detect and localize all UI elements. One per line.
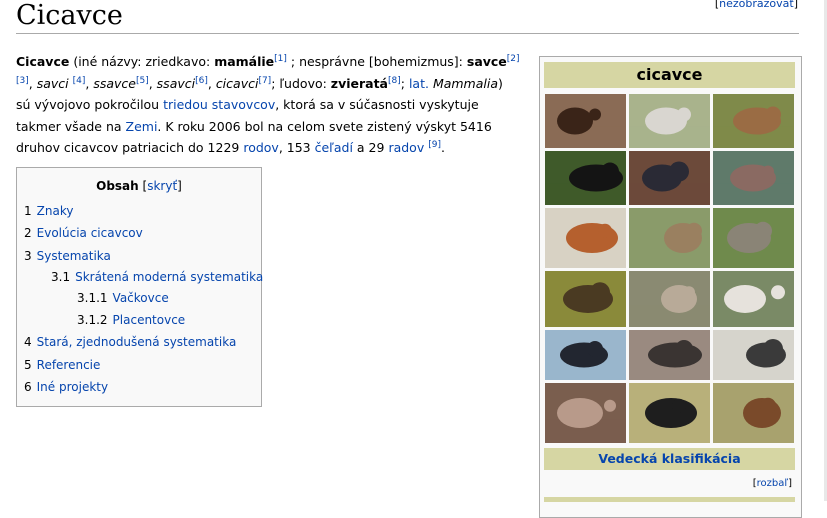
- toc-item[interactable]: 4 Stará, zjednodušená systematika: [24, 334, 236, 350]
- kangaroo-photo[interactable]: [713, 94, 794, 148]
- page-title: Cicavce: [16, 0, 123, 31]
- toc-item[interactable]: 6 Iné projekty: [24, 379, 108, 395]
- mole-photo[interactable]: [629, 330, 710, 380]
- whale-photo[interactable]: [545, 330, 626, 380]
- text: (iné názvy: zriedkavo:: [69, 54, 215, 69]
- taxobox: cicavce Vedecká klasifikácia [rozbaľ]: [539, 56, 802, 518]
- toc-item[interactable]: 3 Systematika: [24, 248, 111, 264]
- toc-item[interactable]: 1 Znaky: [24, 203, 73, 219]
- alt-name: zvieratá: [330, 75, 388, 91]
- intro-paragraph: Cicavce (iné názvy: zriedkavo: mamálie[1…: [16, 51, 521, 159]
- toc-title: Obsah: [96, 179, 139, 193]
- platypus-photo[interactable]: [545, 271, 626, 327]
- text: .: [440, 140, 445, 155]
- toc-link[interactable]: Skrátená moderná systematika: [75, 270, 263, 284]
- ref-7[interactable]: [7]: [258, 75, 271, 85]
- hide-link[interactable]: nezobrazovať: [719, 0, 794, 10]
- text: a 29: [352, 140, 389, 155]
- toc-link[interactable]: Systematika: [37, 249, 111, 263]
- latin-link[interactable]: lat.: [409, 76, 429, 91]
- ref-6[interactable]: [6]: [195, 75, 208, 85]
- scientific-classification-header[interactable]: Vedecká klasifikácia: [544, 448, 795, 470]
- elephant-shrew-photo[interactable]: [713, 383, 794, 443]
- alt-name: mamálie: [214, 54, 275, 69]
- alt-name: ssavce: [93, 75, 136, 91]
- alt-name: cicavci: [215, 75, 259, 91]
- text: ;: [400, 75, 409, 91]
- taxobox-footer-bar: [544, 497, 795, 502]
- zebras-photo[interactable]: [629, 383, 710, 443]
- toc-number: 3.1.1: [77, 291, 108, 305]
- toc-link[interactable]: Vačkovce: [113, 291, 169, 305]
- toc-number: 3.1: [51, 270, 71, 284]
- anteater-photo[interactable]: [713, 330, 794, 380]
- ref-3[interactable]: [3]: [16, 75, 29, 85]
- class-link[interactable]: triedou: [163, 97, 208, 112]
- toc-header: Obsah [skryť]: [17, 178, 261, 194]
- order-link[interactable]: radov: [388, 140, 424, 155]
- ref-4[interactable]: [4]: [73, 75, 86, 85]
- toc-number: 6: [24, 380, 32, 394]
- toc-link[interactable]: Evolúcia cicavcov: [37, 226, 143, 240]
- toc-number: 3.1.2: [77, 313, 108, 327]
- earth-link[interactable]: Zemi: [126, 119, 158, 134]
- latin-name: Mammalia: [432, 75, 499, 91]
- opossum-photo[interactable]: [629, 94, 710, 148]
- reindeer-photo[interactable]: [713, 271, 794, 327]
- squirrel-photo[interactable]: [545, 208, 626, 268]
- text: ,: [148, 75, 157, 91]
- bat-photo[interactable]: [545, 94, 626, 148]
- pangolin-photo[interactable]: [629, 208, 710, 268]
- vertebrates-link[interactable]: stavovcov: [212, 97, 275, 112]
- family-link[interactable]: čeľadí: [315, 140, 353, 155]
- toc-toggle[interactable]: [skryť]: [143, 179, 182, 193]
- pig-photo[interactable]: [545, 383, 626, 443]
- toc-item[interactable]: 2 Evolúcia cicavcov: [24, 225, 143, 241]
- ref-5[interactable]: [5]: [136, 75, 149, 85]
- hippos-photo[interactable]: [713, 151, 794, 205]
- toc-number: 2: [24, 226, 32, 240]
- ref-2[interactable]: [2]: [507, 54, 520, 64]
- elephants-photo[interactable]: [713, 208, 794, 268]
- toc-link[interactable]: Placentovce: [113, 313, 186, 327]
- toc-link[interactable]: Iné projekty: [37, 380, 108, 394]
- humans-photo[interactable]: [629, 151, 710, 205]
- ref-9[interactable]: [9]: [428, 140, 441, 150]
- expand-toggle[interactable]: [rozbaľ]: [753, 478, 792, 489]
- toc-link[interactable]: Referencie: [37, 358, 101, 372]
- alt-name: savci: [36, 75, 69, 91]
- alt-name: ssavci: [156, 75, 196, 91]
- toc-link[interactable]: Stará, zjednodušená systematika: [37, 335, 237, 349]
- hide-toggle[interactable]: [nezobrazovať]: [715, 0, 798, 10]
- toc-item[interactable]: 3.1 Skrátená moderná systematika: [51, 269, 263, 285]
- toc-number: 5: [24, 358, 32, 372]
- text: ,: [207, 75, 216, 91]
- alt-name: savce: [466, 54, 507, 69]
- toc-item[interactable]: 3.1.2 Placentovce: [77, 312, 185, 328]
- table-of-contents: Obsah [skryť] 1 Znaky 2 Evolúcia cicavcov …: [16, 167, 263, 407]
- taxobox-title: cicavce: [544, 62, 795, 88]
- ref-1[interactable]: [1]: [274, 54, 287, 64]
- toc-number: 4: [24, 335, 32, 349]
- toc-number: 3: [24, 249, 32, 263]
- tasmanian-devil-photo[interactable]: [545, 151, 626, 205]
- text: , 153: [278, 140, 315, 155]
- ref-8[interactable]: [8]: [388, 75, 401, 85]
- title-divider: [16, 33, 799, 34]
- expand-link[interactable]: rozbaľ: [757, 478, 788, 489]
- armadillo-photo[interactable]: [629, 271, 710, 327]
- toc-link[interactable]: Znaky: [37, 204, 74, 218]
- toc-toggle-link[interactable]: skryť: [147, 179, 177, 193]
- text: ; nesprávne [bohemizmus]:: [286, 54, 467, 69]
- term-bold: Cicavce: [16, 54, 70, 69]
- genus-link[interactable]: rodov: [243, 140, 279, 155]
- toc-item[interactable]: 5 Referencie: [24, 357, 100, 373]
- toc-number: 1: [24, 204, 32, 218]
- toc-item[interactable]: 3.1.1 Vačkovce: [77, 290, 169, 306]
- text: ; ľudovo:: [271, 75, 331, 91]
- text: ,: [28, 75, 37, 91]
